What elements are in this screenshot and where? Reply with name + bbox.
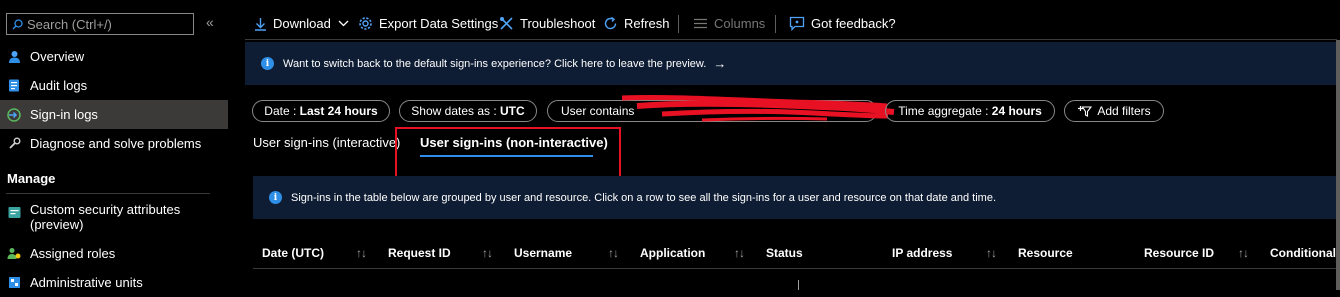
sort-icon[interactable]: ↑↓ — [986, 246, 997, 260]
toolbar-divider — [245, 39, 1337, 40]
troubleshoot-button[interactable]: Troubleshoot — [499, 16, 595, 31]
sidebar-item-label: Audit logs — [30, 78, 88, 93]
sort-icon[interactable]: ↑↓ — [482, 246, 493, 260]
add-filters-button[interactable]: Add filters — [1064, 100, 1164, 122]
sidebar-item-label: Custom security attributes — [30, 202, 181, 217]
download-icon — [254, 17, 267, 31]
filter-show-dates[interactable]: Show dates as : UTC — [399, 100, 537, 122]
sort-icon[interactable]: ↑↓ — [1238, 246, 1249, 260]
add-filters-label: Add filters — [1097, 104, 1151, 118]
filter-date-label: Date : — [264, 104, 300, 118]
columns-icon — [693, 18, 708, 29]
column-header-resource-id[interactable]: Resource ID — [1144, 246, 1214, 260]
filter-time-aggregate-label: Time aggregate : — [898, 104, 992, 118]
roles-icon — [7, 247, 21, 261]
redaction-scribble — [621, 94, 895, 122]
text-cursor — [798, 280, 799, 290]
arrow-right-icon: → — [713, 56, 727, 71]
sidebar-item-overview[interactable]: Overview — [0, 42, 228, 71]
tab-selected-underline — [420, 155, 593, 157]
export-label: Export Data Settings — [379, 16, 499, 31]
download-label: Download — [273, 16, 331, 31]
document-icon — [7, 79, 21, 93]
column-header-status[interactable]: Status — [766, 246, 803, 260]
toolbar-separator — [678, 15, 679, 33]
section-label-manage: Manage — [7, 171, 56, 186]
toolbar-separator — [775, 15, 776, 33]
column-header-username[interactable]: Username — [514, 246, 572, 260]
sidebar-item-label: Assigned roles — [30, 246, 116, 261]
sort-icon[interactable]: ↑↓ — [356, 246, 367, 260]
sidebar-item-label: Administrative units — [30, 275, 143, 290]
person-icon — [7, 50, 21, 64]
sidebar-item-sign-in-logs[interactable]: Sign-in logs — [0, 100, 228, 129]
sidebar-item-label: Sign-in logs — [30, 107, 98, 122]
columns-label: Columns — [714, 16, 766, 31]
refresh-label: Refresh — [624, 16, 670, 31]
chevron-down-icon — [338, 20, 349, 27]
leave-preview-banner[interactable]: i Want to switch back to the default sig… — [245, 42, 1336, 85]
refresh-icon — [603, 16, 618, 31]
tab-non-interactive[interactable]: User sign-ins (non-interactive) — [420, 135, 608, 150]
sidebar-item-administrative-units[interactable]: Administrative units — [0, 268, 228, 297]
sidebar-item-assigned-roles[interactable]: Assigned roles — [0, 239, 228, 268]
column-header-resource[interactable]: Resource — [1018, 246, 1073, 260]
troubleshoot-label: Troubleshoot — [520, 16, 596, 31]
filter-time-aggregate[interactable]: Time aggregate : 24 hours — [885, 100, 1055, 122]
feedback-label: Got feedback? — [811, 16, 896, 31]
sort-icon[interactable]: ↑↓ — [734, 246, 745, 260]
column-header-request-id[interactable]: Request ID — [388, 246, 451, 260]
collapse-sidebar-icon[interactable]: « — [206, 14, 214, 30]
sidebar-item-custom-security-attributes[interactable]: Custom security attributes (preview) — [0, 202, 228, 238]
search-icon — [12, 18, 23, 29]
sidebar-item-label: Overview — [30, 49, 85, 64]
section-divider — [6, 193, 210, 194]
filter-time-aggregate-value: 24 hours — [991, 104, 1042, 118]
troubleshoot-icon — [499, 16, 514, 31]
add-filter-icon — [1077, 105, 1093, 117]
filter-show-dates-label: Show dates as : — [411, 104, 501, 118]
search-input[interactable]: Search (Ctrl+/) — [6, 13, 194, 35]
filter-date-value: Last 24 hours — [299, 104, 378, 118]
feedback-icon — [789, 16, 805, 31]
column-header-application[interactable]: Application — [640, 246, 705, 260]
column-header-conditional-access[interactable]: Conditional A — [1270, 246, 1336, 260]
vertical-scrollbar[interactable] — [1336, 40, 1340, 290]
table-header-divider — [253, 268, 1340, 269]
sidebar-item-diagnose[interactable]: Diagnose and solve problems — [0, 129, 228, 158]
search-placeholder: Search (Ctrl+/) — [27, 16, 112, 32]
gear-icon — [358, 16, 373, 31]
filter-show-dates-value: UTC — [500, 104, 525, 118]
sign-in-icon — [7, 107, 21, 122]
admin-units-icon — [7, 276, 21, 290]
feedback-button[interactable]: Got feedback? — [789, 16, 896, 31]
sidebar-item-audit-logs[interactable]: Audit logs — [0, 71, 228, 100]
download-button[interactable]: Download — [254, 16, 349, 31]
grouped-info-text: Sign-ins in the table below are grouped … — [291, 191, 997, 204]
tab-interactive[interactable]: User sign-ins (interactive) — [253, 135, 400, 150]
column-header-ip-address[interactable]: IP address — [892, 246, 952, 260]
column-header-date[interactable]: Date (UTC) — [262, 246, 324, 260]
filter-date[interactable]: Date : Last 24 hours — [252, 100, 390, 122]
info-icon: i — [261, 57, 274, 70]
sort-icon[interactable]: ↑↓ — [608, 246, 619, 260]
columns-button[interactable]: Columns — [693, 16, 765, 31]
grouped-info-banner: i Sign-ins in the table below are groupe… — [253, 176, 1336, 219]
sidebar: Search (Ctrl+/) « Overview Audit logs Si… — [0, 0, 232, 290]
export-data-settings-button[interactable]: Export Data Settings — [358, 16, 498, 31]
security-attributes-icon — [7, 205, 21, 219]
sidebar-item-label: Diagnose and solve problems — [30, 136, 202, 151]
info-icon: i — [269, 191, 282, 204]
leave-preview-text: Want to switch back to the default sign-… — [283, 57, 707, 70]
wrench-icon — [7, 137, 21, 151]
refresh-button[interactable]: Refresh — [603, 16, 670, 31]
sidebar-item-label-suffix: (preview) — [30, 217, 84, 232]
